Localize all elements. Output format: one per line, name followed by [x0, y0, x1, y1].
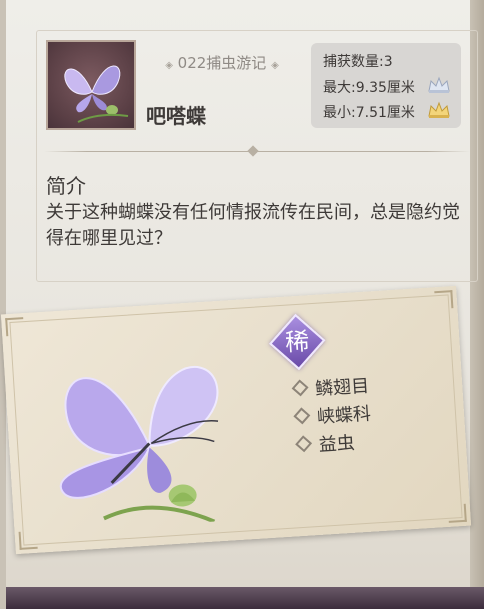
stats-panel: 捕获数量:3 最大:9.35厘米 最小:7.51厘米	[311, 43, 461, 128]
taxonomy-order: 鳞翅目	[291, 372, 370, 403]
max-size: 最大:9.35厘米	[323, 80, 415, 96]
diamond-bullet-icon	[291, 379, 309, 397]
left-ornament-icon: ◈	[165, 60, 173, 71]
diamond-bullet-icon	[293, 407, 311, 425]
intro-title: 简介	[46, 174, 86, 198]
corner-ornament	[18, 530, 38, 550]
rarity-label: 稀	[284, 327, 311, 357]
catch-count: 捕获数量:3	[323, 54, 393, 70]
book-cover-edge	[6, 587, 484, 609]
min-size: 最小:7.51厘米	[323, 105, 415, 121]
silver-crown-icon	[428, 76, 450, 93]
creature-name: 吧嗒蝶	[146, 104, 206, 128]
corner-ornament	[434, 290, 454, 310]
gold-crown-icon	[428, 101, 450, 118]
butterfly-illustration	[59, 365, 219, 524]
series-text: 022捕虫游记	[177, 54, 267, 72]
taxonomy-family-text: 峡蝶科	[316, 403, 372, 428]
butterfly-thumb-icon	[64, 65, 129, 123]
taxonomy-type-text: 益虫	[318, 432, 356, 456]
creature-thumbnail[interactable]	[46, 40, 136, 130]
taxonomy-type: 益虫	[295, 429, 356, 459]
journal-page: ◈ 022捕虫游记 ◈ 吧嗒蝶 捕获数量:3 最大:9.35厘米 最小:7.51…	[0, 0, 484, 609]
right-ornament-icon: ◈	[271, 60, 279, 71]
corner-ornament	[447, 503, 467, 523]
section-divider	[44, 145, 470, 157]
taxonomy-family: 峡蝶科	[293, 400, 372, 431]
diamond-bullet-icon	[295, 435, 313, 453]
rarity-badge: 稀	[268, 313, 326, 371]
creature-card[interactable]: 稀 鳞翅目 峡蝶科 益虫	[0, 285, 472, 555]
taxonomy-order-text: 鳞翅目	[314, 375, 370, 400]
corner-ornament	[5, 317, 25, 337]
series-label: ◈ 022捕虫游记 ◈	[152, 52, 292, 73]
intro-text: 关于这种蝴蝶没有任何情报流传在民间，总是隐约觉得在哪里见过？	[46, 202, 460, 249]
